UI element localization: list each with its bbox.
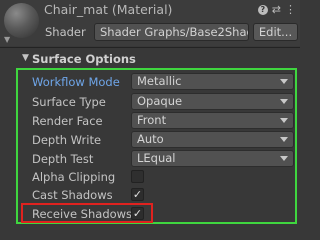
material-title: Chair_mat (Material) xyxy=(44,2,173,17)
section-title: Surface Options xyxy=(32,52,136,66)
preset-icon[interactable]: ⇄ xyxy=(272,4,281,15)
help-icon[interactable]: ? xyxy=(257,4,268,15)
material-preview-thumbnail[interactable] xyxy=(4,3,39,38)
header-divider xyxy=(0,47,300,48)
shader-label: Shader xyxy=(45,25,86,39)
shader-dropdown[interactable]: Shader Graphs/Base2Shad xyxy=(94,23,249,41)
header-icons: ? ⇄ ⋮ xyxy=(257,4,296,15)
foldout-arrow-icon[interactable]: ▼ xyxy=(22,53,29,63)
edit-shader-button[interactable]: Edit... xyxy=(253,23,298,41)
collapse-arrow-icon[interactable]: ▼ xyxy=(4,35,10,44)
surface-options-foldout[interactable]: ▼ Surface Options xyxy=(0,51,300,69)
material-header: ▼ Chair_mat (Material) ? ⇄ ⋮ Shader Shad… xyxy=(0,0,300,46)
surface-options-highlight-box xyxy=(16,68,297,224)
more-options-icon[interactable]: ⋮ xyxy=(285,4,296,15)
receive-shadows-highlight-box xyxy=(21,203,153,223)
